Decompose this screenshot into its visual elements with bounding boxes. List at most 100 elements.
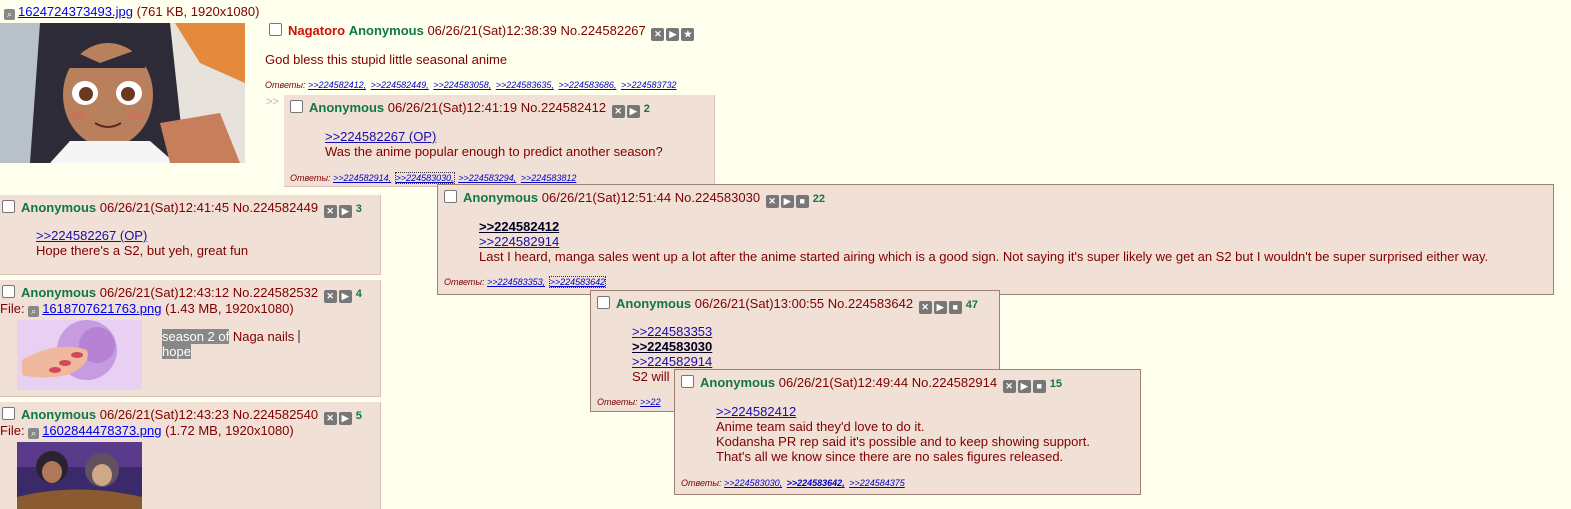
post-number[interactable]: No.224582449 (233, 200, 318, 215)
poster-name: Anonymous (616, 296, 692, 311)
quote-link[interactable]: >>224583353 (632, 324, 712, 339)
reply-link[interactable]: >>224583294, (458, 173, 516, 183)
star-icon[interactable]: ★ (681, 28, 695, 41)
play-icon[interactable]: ▶ (338, 412, 352, 425)
quote-link[interactable]: >>224582412 (479, 219, 559, 234)
reply-link[interactable]: >>224582914, (333, 173, 391, 183)
op-replies: Ответы: >>224582412, >>224582449, >>2245… (265, 80, 679, 90)
comment-text: Anime team said they'd love to do it. (716, 419, 925, 434)
reply-count: 2 (643, 103, 650, 115)
hover-post-224583030: Anonymous 06/26/21(Sat)12:51:44 No.22458… (437, 184, 1554, 295)
reply-link[interactable]: >>224583635, (496, 80, 554, 90)
op-header: Nagatoro Anonymous 06/26/21(Sat)12:38:39… (269, 23, 695, 41)
reply-link[interactable]: >>224583812 (521, 173, 577, 183)
post-checkbox[interactable] (444, 190, 457, 203)
post-number[interactable]: No.224582914 (912, 375, 997, 390)
post-header: Anonymous 06/26/21(Sat)12:49:44 No.22458… (681, 375, 1062, 393)
hide-icon[interactable]: ✕ (323, 205, 337, 218)
side-arrows: >> (266, 96, 279, 108)
op-comment: God bless this stupid little seasonal an… (265, 52, 508, 67)
play-icon[interactable]: ▶ (1017, 380, 1031, 393)
op-post-number[interactable]: No.224582267 (560, 23, 645, 38)
post-checkbox[interactable] (681, 375, 694, 388)
quote-link[interactable]: >>224583030 (632, 339, 712, 354)
replies-label: Ответы: (597, 397, 638, 407)
post-checkbox[interactable] (597, 296, 610, 309)
menu-icon[interactable]: ■ (1032, 380, 1046, 393)
reply-link[interactable]: >>224583732 (621, 80, 677, 90)
reply-link[interactable]: >>224583642 (548, 276, 607, 288)
post-date: 06/26/21(Sat)12:49:44 (778, 375, 909, 390)
post-number[interactable]: No.224583030 (675, 190, 760, 205)
reply-link[interactable]: >>224583058, (433, 80, 491, 90)
hide-icon[interactable]: ✕ (611, 105, 625, 118)
menu-icon[interactable]: ■ (795, 195, 809, 208)
post-number[interactable]: No.224583642 (828, 296, 913, 311)
quote-link[interactable]: >>224582914 (479, 234, 559, 249)
reply-count: 5 (355, 410, 362, 422)
hide-icon[interactable]: ✕ (1002, 380, 1016, 393)
op-thumbnail[interactable] (0, 23, 245, 163)
post-thumbnail[interactable] (17, 320, 142, 390)
reply-link[interactable]: >>22 (640, 397, 661, 407)
replies-label: Ответы: (681, 478, 722, 488)
comment-text: That's all we know since there are no sa… (716, 449, 1064, 464)
reply-link[interactable]: >>224583642, (787, 478, 845, 488)
post-224582412: Anonymous 06/26/21(Sat)12:41:19 No.22458… (284, 95, 715, 187)
post-date: 06/26/21(Sat)13:00:55 (694, 296, 825, 311)
play-icon[interactable]: ▶ (666, 28, 680, 41)
play-icon[interactable]: ▶ (338, 290, 352, 303)
post-date: 06/26/21(Sat)12:43:12 (99, 285, 230, 300)
post-checkbox[interactable] (2, 285, 15, 298)
post-number[interactable]: No.224582412 (521, 100, 606, 115)
op-name: Anonymous (348, 23, 424, 38)
post-checkbox[interactable] (290, 100, 303, 113)
post-number[interactable]: No.224582532 (233, 285, 318, 300)
hide-icon[interactable]: ✕ (918, 301, 932, 314)
search-icon[interactable]: ⌕ (28, 306, 40, 317)
menu-icon[interactable]: ■ (948, 301, 962, 314)
play-icon[interactable]: ▶ (780, 195, 794, 208)
reply-link[interactable]: >>224583030, (394, 172, 455, 184)
comment-text: Naga nails (229, 329, 295, 344)
file-link[interactable]: 1602844478373.png (42, 423, 161, 438)
reply-link[interactable]: >>224582412, (308, 80, 366, 90)
op-checkbox[interactable] (269, 23, 282, 36)
post-224582532: Anonymous 06/26/21(Sat)12:43:12 No.22458… (0, 280, 381, 397)
play-icon[interactable]: ▶ (933, 301, 947, 314)
quote-link[interactable]: >>224582412 (716, 404, 796, 419)
hide-icon[interactable]: ✕ (651, 28, 665, 41)
reply-link[interactable]: >>224583686, (558, 80, 616, 90)
post-header: Anonymous 06/26/21(Sat)13:00:55 No.22458… (597, 296, 978, 314)
post-file-info: File: ⌕ 1618707621763.png (1.43 MB, 1920x… (0, 301, 294, 317)
play-icon[interactable]: ▶ (338, 205, 352, 218)
op-file-info: ⌕ 1624724373493.jpg (761 KB, 1920x1080) (4, 4, 259, 20)
reply-link[interactable]: >>224583353, (487, 277, 545, 287)
search-icon[interactable]: ⌕ (4, 9, 15, 20)
hide-icon[interactable]: ✕ (765, 195, 779, 208)
reply-link[interactable]: >>224582449, (371, 80, 429, 90)
reply-count: 22 (812, 193, 825, 205)
quote-link[interactable]: >>224582267 (OP) (325, 129, 436, 144)
quote-link[interactable]: >>224582914 (632, 354, 712, 369)
post-checkbox[interactable] (2, 407, 15, 420)
file-meta: (1.72 MB, 1920x1080) (165, 423, 294, 438)
play-icon[interactable]: ▶ (626, 105, 640, 118)
hide-icon[interactable]: ✕ (323, 412, 337, 425)
post-comment: >>224582412 Anime team said they'd love … (716, 404, 1090, 464)
post-comment: >>224582412 >>224582914 Last I heard, ma… (479, 219, 1488, 264)
quote-link[interactable]: >>224582267 (OP) (36, 228, 147, 243)
post-file-info: File: ⌕ 1602844478373.png (1.72 MB, 1920x… (0, 423, 294, 439)
search-icon[interactable]: ⌕ (28, 428, 40, 439)
post-checkbox[interactable] (2, 200, 15, 213)
hide-icon[interactable]: ✕ (323, 290, 337, 303)
op-file-link[interactable]: 1624724373493.jpg (18, 4, 133, 19)
reply-link[interactable]: >>224584375 (849, 478, 905, 488)
replies-label: Ответы: (290, 173, 331, 183)
post-replies: Ответы: >>224583030, >>224583642, >>2245… (681, 478, 907, 488)
post-thumbnail[interactable] (17, 442, 142, 509)
reply-count: 4 (355, 288, 362, 300)
file-link[interactable]: 1618707621763.png (42, 301, 161, 316)
post-number[interactable]: No.224582540 (233, 407, 318, 422)
reply-link[interactable]: >>224583030, (724, 478, 782, 488)
